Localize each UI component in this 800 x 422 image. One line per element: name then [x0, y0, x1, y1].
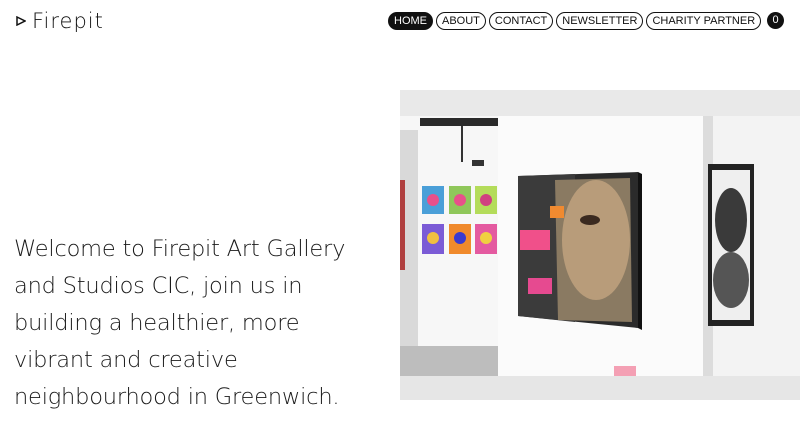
hero-gallery-image — [400, 90, 800, 400]
site-logo[interactable]: Firepit — [16, 9, 104, 33]
main-nav: HOME ABOUT CONTACT NEWSLETTER CHARITY PA… — [388, 12, 762, 30]
nav-charity-partner[interactable]: CHARITY PARTNER — [646, 12, 762, 30]
nav-about[interactable]: ABOUT — [436, 12, 486, 30]
nav-home[interactable]: HOME — [388, 12, 433, 30]
nav-newsletter[interactable]: NEWSLETTER — [556, 12, 644, 30]
brand-name: Firepit — [32, 9, 104, 33]
cart-count-badge[interactable]: 0 — [767, 12, 784, 29]
site-header: Firepit HOME ABOUT CONTACT NEWSLETTER CH… — [0, 0, 800, 42]
play-triangle-icon — [16, 16, 26, 26]
hero-welcome-text: Welcome to Firepit Art Gallery and Studi… — [14, 235, 346, 410]
nav-contact[interactable]: CONTACT — [488, 12, 554, 30]
